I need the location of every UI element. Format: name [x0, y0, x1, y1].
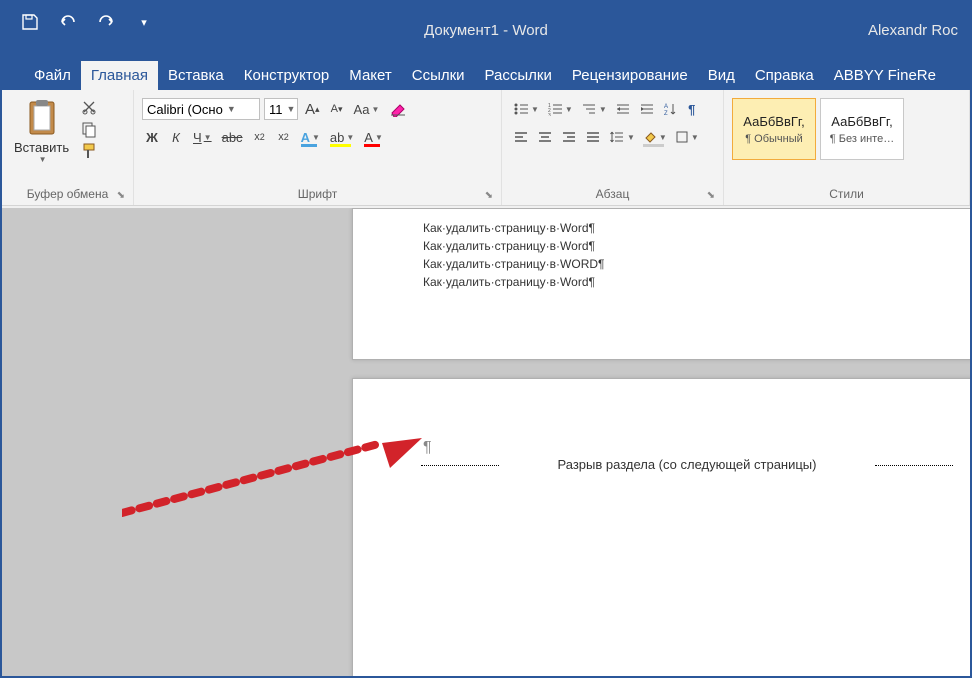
svg-text:3: 3: [548, 113, 551, 116]
copy-button[interactable]: [79, 120, 99, 138]
paste-label: Вставить: [14, 140, 69, 155]
font-name-combo[interactable]: Calibri (Осно▼: [142, 98, 260, 120]
text-line[interactable]: Как·удалить·страницу·в·Word¶: [423, 273, 921, 291]
title-bar: ▾ Документ1 - Word Alexandr Roc: [2, 2, 970, 60]
svg-text:A: A: [664, 104, 668, 110]
style-normal[interactable]: АаБбВвГг, ¶ Обычный: [732, 98, 816, 160]
strikethrough-button[interactable]: abc: [219, 126, 246, 148]
ribbon: Вставить ▼ Буфер обмена ⬊: [2, 90, 970, 206]
pilcrow-icon: ¶: [423, 439, 432, 456]
redo-button[interactable]: [96, 12, 116, 32]
svg-text:Z: Z: [664, 111, 668, 116]
font-size-combo[interactable]: 11▼: [264, 98, 298, 120]
group-label-font: Шрифт ⬊: [140, 185, 495, 203]
show-marks-button[interactable]: ¶: [682, 98, 702, 120]
line-spacing-button[interactable]: ▼: [606, 126, 638, 148]
chevron-down-icon: ▼: [287, 104, 296, 114]
underline-button[interactable]: Ч▼: [190, 126, 215, 148]
format-painter-button[interactable]: [79, 142, 99, 160]
tab-help[interactable]: Справка: [745, 61, 824, 90]
dialog-launcher-icon[interactable]: ⬊: [485, 190, 493, 201]
page-2[interactable]: ¶ Разрыв раздела (со следующей страницы): [352, 378, 970, 676]
group-paragraph: ▼ 123▼ ▼ AZ ¶ ▼ ▼ ▼: [502, 90, 724, 205]
multilevel-list-button[interactable]: ▼: [578, 98, 610, 120]
tab-abbyy[interactable]: ABBYY FineRe: [824, 61, 946, 90]
grow-font-button[interactable]: A▴: [302, 98, 323, 120]
paste-button[interactable]: Вставить ▼: [8, 94, 75, 168]
tab-references[interactable]: Ссылки: [402, 61, 475, 90]
page-1[interactable]: Как·удалить·страницу·в·Word¶ Как·удалить…: [352, 208, 970, 360]
group-label-clipboard: Буфер обмена ⬊: [8, 185, 127, 203]
group-styles: АаБбВвГг, ¶ Обычный АаБбВвГг, ¶ Без инте…: [724, 90, 970, 205]
tab-design[interactable]: Конструктор: [234, 61, 340, 90]
user-name: Alexandr Roc: [868, 22, 958, 39]
tab-insert[interactable]: Вставка: [158, 61, 234, 90]
document-area[interactable]: Как·удалить·страницу·в·Word¶ Как·удалить…: [2, 208, 970, 676]
superscript-button[interactable]: x2: [274, 126, 294, 148]
change-case-button[interactable]: Aa▼: [351, 98, 383, 120]
justify-button[interactable]: [582, 126, 604, 148]
bold-button[interactable]: Ж: [142, 126, 162, 148]
sort-button[interactable]: AZ: [660, 98, 680, 120]
align-center-button[interactable]: [534, 126, 556, 148]
borders-button[interactable]: ▼: [672, 126, 702, 148]
text-line[interactable]: Как·удалить·страницу·в·WORD¶: [423, 255, 921, 273]
shading-button[interactable]: ▼: [640, 126, 670, 148]
app-name: Word: [512, 22, 548, 39]
section-break-marker[interactable]: Разрыв раздела (со следующей страницы): [423, 457, 951, 472]
increase-indent-button[interactable]: [636, 98, 658, 120]
cut-button[interactable]: [79, 98, 99, 116]
chevron-down-icon: ▼: [39, 155, 47, 164]
numbering-button[interactable]: 123▼: [544, 98, 576, 120]
window-title: Документ1 - Word: [424, 22, 548, 39]
dialog-launcher-icon[interactable]: ⬊: [707, 190, 715, 201]
text-line[interactable]: Как·удалить·страницу·в·Word¶: [423, 237, 921, 255]
tab-review[interactable]: Рецензирование: [562, 61, 698, 90]
align-left-button[interactable]: [510, 126, 532, 148]
undo-button[interactable]: [58, 12, 78, 32]
tab-home[interactable]: Главная: [81, 61, 158, 90]
text-line[interactable]: Как·удалить·страницу·в·Word¶: [423, 219, 921, 237]
group-clipboard: Вставить ▼ Буфер обмена ⬊: [2, 90, 134, 205]
bullets-button[interactable]: ▼: [510, 98, 542, 120]
align-right-button[interactable]: [558, 126, 580, 148]
ribbon-tabs: Файл Главная Вставка Конструктор Макет С…: [2, 60, 970, 90]
paint-bucket-icon: [643, 130, 657, 144]
italic-button[interactable]: К: [166, 126, 186, 148]
chevron-down-icon: ▼: [227, 104, 236, 114]
quick-access-toolbar: ▾: [2, 2, 172, 42]
tab-file[interactable]: Файл: [24, 61, 81, 90]
clear-formatting-button[interactable]: [386, 98, 410, 120]
doc-name: Документ1: [424, 22, 499, 39]
group-font: Calibri (Осно▼ 11▼ A▴ A▾ Aa▼ Ж К Ч▼ abc …: [134, 90, 502, 205]
shrink-font-button[interactable]: A▾: [327, 98, 347, 120]
highlight-button[interactable]: ab▼: [327, 126, 357, 148]
dialog-launcher-icon[interactable]: ⬊: [117, 190, 125, 201]
save-button[interactable]: [20, 12, 40, 32]
tab-view[interactable]: Вид: [698, 61, 745, 90]
text-effects-button[interactable]: A▼: [298, 126, 323, 148]
decrease-indent-button[interactable]: [612, 98, 634, 120]
tab-mailings[interactable]: Рассылки: [475, 61, 562, 90]
group-label-paragraph: Абзац ⬊: [508, 185, 717, 203]
eraser-icon: [389, 101, 407, 117]
subscript-button[interactable]: x2: [250, 126, 270, 148]
font-color-button[interactable]: A▼: [361, 126, 386, 148]
clipboard-icon: [24, 98, 60, 138]
qat-customize-button[interactable]: ▾: [134, 12, 154, 32]
tab-layout[interactable]: Макет: [339, 61, 401, 90]
group-label-styles: Стили: [730, 185, 963, 203]
style-no-spacing[interactable]: АаБбВвГг, ¶ Без инте…: [820, 98, 904, 160]
